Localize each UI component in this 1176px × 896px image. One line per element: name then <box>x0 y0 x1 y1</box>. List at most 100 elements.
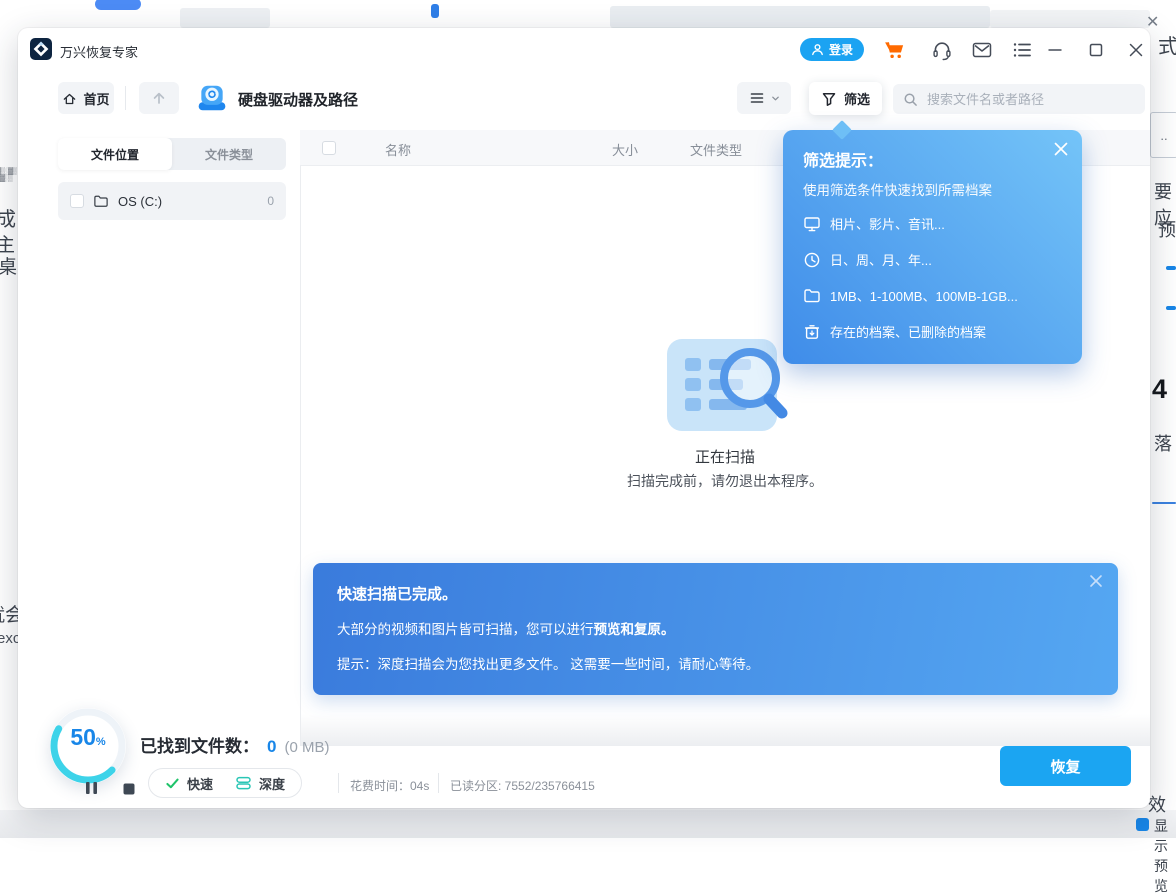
scan-mode-pill: 快速 深度 <box>148 768 302 798</box>
background-text: 式 <box>1158 30 1176 59</box>
banner-body-bold: 预览和复原。 <box>594 622 675 637</box>
list-view-icon <box>749 90 765 106</box>
drive-count: 0 <box>267 194 274 208</box>
search-box[interactable] <box>893 84 1145 114</box>
quick-scan-label: 快速 <box>187 774 213 793</box>
popup-item-sizes: 1MB、1-100MB、100MB-1GB... <box>803 286 1018 305</box>
scan-status-title: 正在扫描 <box>300 446 1150 467</box>
navigate-up-button[interactable] <box>139 82 179 114</box>
banner-close-icon[interactable] <box>1088 573 1104 589</box>
background-block <box>610 6 990 28</box>
app-window: 万兴恢复专家 登录 首页 硬盘驱动器及路径 筛选 <box>18 28 1150 808</box>
found-files-line: 已找到文件数： 0 (0 MB) <box>140 732 329 757</box>
search-icon <box>903 92 918 107</box>
support-headset-icon[interactable] <box>930 38 954 62</box>
banner-tip: 提示：深度扫描会为您找出更多文件。 这需要一些时间，请耐心等待。 <box>337 653 759 673</box>
filter-button[interactable]: 筛选 <box>809 82 882 115</box>
minimize-button[interactable] <box>1043 38 1067 62</box>
quick-scan-banner: 快速扫描已完成。 大部分的视频和图片皆可扫描，您可以进行预览和复原。 提示：深度… <box>313 563 1118 695</box>
background-text: 落 <box>1154 430 1172 456</box>
popup-item-label: 1MB、1-100MB、100MB-1GB... <box>830 286 1018 305</box>
found-files-label: 已找到文件数： <box>140 732 259 757</box>
banner-body: 大部分的视频和图片皆可扫描，您可以进行预览和复原。 <box>337 618 675 638</box>
tab-file-location[interactable]: 文件位置 <box>58 138 172 170</box>
popup-subtitle: 使用筛选条件快速找到所需档案 <box>803 179 992 199</box>
background-block <box>180 8 270 28</box>
monitor-icon <box>803 215 821 233</box>
background-text: 4 <box>1152 374 1167 405</box>
found-files-count: 0 <box>267 737 276 757</box>
chevron-down-icon <box>771 94 780 103</box>
drive-icon <box>196 82 228 114</box>
arrow-up-icon <box>151 90 167 106</box>
popup-item-deleted: 存在的档案、已删除的档案 <box>803 322 986 341</box>
folder-icon <box>93 194 109 208</box>
login-button[interactable]: 登录 <box>800 38 864 61</box>
check-icon <box>165 777 180 790</box>
column-file-type[interactable]: 文件类型 <box>690 140 742 159</box>
time-spent: 花费时间：04s <box>350 777 429 794</box>
deep-scan-mode: 深度 <box>235 774 285 793</box>
pause-button[interactable] <box>85 781 98 800</box>
drive-name: OS (C:) <box>118 194 258 209</box>
found-files-size: (0 MB) <box>284 739 329 756</box>
background-mark <box>1166 266 1176 270</box>
close-button[interactable] <box>1124 38 1148 62</box>
background-text: 成 <box>0 203 16 232</box>
banner-title: 快速扫描已完成。 <box>337 583 457 604</box>
select-all-checkbox[interactable] <box>322 141 336 155</box>
drive-checkbox[interactable] <box>70 194 84 208</box>
menu-list-icon[interactable] <box>1010 38 1034 62</box>
login-label: 登录 <box>829 41 853 58</box>
view-mode-button[interactable] <box>737 82 791 114</box>
sidebar-divider <box>300 130 301 746</box>
person-icon <box>811 43 824 56</box>
folder-icon <box>803 287 821 305</box>
background-desktop-gradient <box>0 810 1176 838</box>
deep-scan-icon <box>235 775 252 791</box>
tab-file-type[interactable]: 文件类型 <box>172 138 286 170</box>
background-close-glyph: ✕ <box>1146 12 1159 32</box>
popup-item-file-types: 相片、影片、音讯... <box>803 214 945 233</box>
background-text: 效 <box>1148 791 1166 817</box>
stop-button[interactable] <box>123 782 135 800</box>
clock-icon <box>803 251 821 269</box>
background-checkbox <box>1136 818 1149 831</box>
search-input[interactable] <box>925 91 1135 108</box>
filter-label: 筛选 <box>844 89 870 108</box>
deep-scan-label: 深度 <box>259 774 285 793</box>
scanning-illustration <box>666 338 792 434</box>
feedback-mail-icon[interactable] <box>970 38 994 62</box>
popup-close-icon[interactable] <box>1052 140 1070 158</box>
scan-status-subtitle: 扫描完成前，请勿退出本程序。 <box>300 471 1150 491</box>
background-mark <box>1166 306 1176 310</box>
footer-divider <box>338 773 339 793</box>
popup-item-label: 日、周、月、年... <box>830 250 932 269</box>
recover-button[interactable]: 恢复 <box>1000 746 1131 786</box>
popup-item-dates: 日、周、月、年... <box>803 250 932 269</box>
column-size[interactable]: 大小 <box>612 140 638 159</box>
home-icon <box>62 91 77 106</box>
scan-progress-circle: 50% <box>46 704 130 788</box>
background-text: 桌 <box>0 252 17 279</box>
background-noise: ▓▒░▓▒▒▓░▒ <box>0 168 16 182</box>
trash-icon <box>803 323 821 341</box>
window-title: 万兴恢复专家 <box>60 42 138 61</box>
filter-tip-popup: 筛选提示： 使用筛选条件快速找到所需档案 相片、影片、音讯... 日、周、月、年… <box>783 130 1082 364</box>
funnel-icon <box>821 91 837 107</box>
maximize-button[interactable] <box>1084 38 1108 62</box>
background-box: .. <box>1150 112 1176 158</box>
popup-title: 筛选提示： <box>803 147 883 171</box>
progress-percent: 50% <box>46 724 130 751</box>
home-button[interactable]: 首页 <box>58 82 114 114</box>
sidebar-tabs: 文件位置 文件类型 <box>58 138 286 170</box>
background-text: 预 <box>1158 216 1176 242</box>
banner-body-text: 大部分的视频和图片皆可扫描，您可以进行 <box>337 622 594 637</box>
column-name[interactable]: 名称 <box>385 140 411 159</box>
sidebar-item-drive-c[interactable]: OS (C:) 0 <box>58 182 286 220</box>
partitions-read: 已读分区: 7552/235766415 <box>450 777 595 794</box>
background-text: 显示预览 <box>1154 816 1176 896</box>
background-rule <box>1152 502 1176 504</box>
quick-scan-mode: 快速 <box>165 774 213 793</box>
cart-icon[interactable] <box>882 38 906 62</box>
